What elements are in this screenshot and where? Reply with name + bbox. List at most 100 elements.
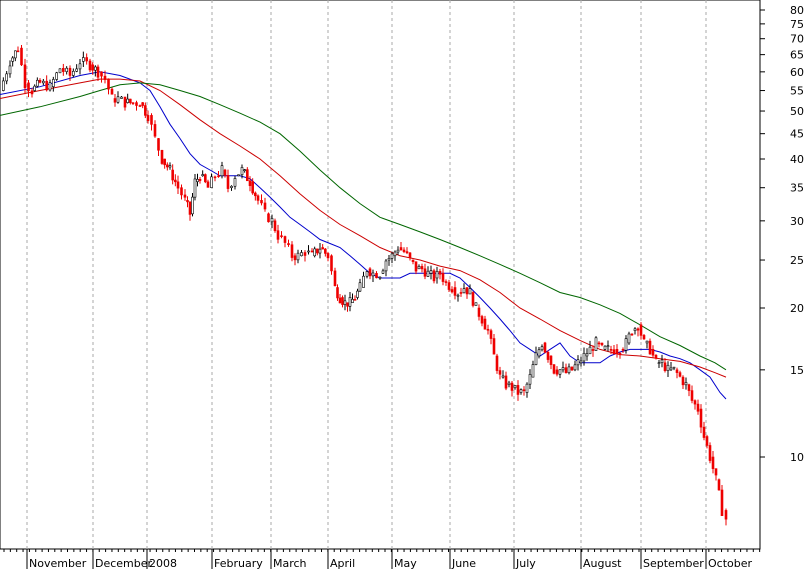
price-candle [333,270,337,287]
price-candle [462,288,466,294]
price-candle [591,349,595,351]
price-candle [233,178,237,187]
price-candle [2,80,5,91]
price-candle [358,282,362,292]
price-candle [110,88,114,95]
price-candle [336,287,339,299]
price-candle [657,362,661,364]
price-candle [543,342,547,353]
price-candle [267,213,270,223]
price-candle [157,138,160,151]
price-candle [94,66,97,71]
price-candle [371,272,375,277]
price-candle [621,349,625,351]
price-candle [705,436,709,446]
price-candle [160,149,164,164]
price-candle [549,355,553,365]
price-candle [447,282,451,290]
price-candle [687,384,691,391]
price-candle [75,68,78,72]
price-candle [283,236,287,243]
price-candle [58,68,62,74]
price-candle [55,72,58,80]
price-candle [615,349,619,354]
price-candle [387,258,391,261]
price-candle [696,403,700,412]
price-candle [206,181,210,188]
price-candle [588,346,592,355]
price-candle [237,174,240,177]
price-candle [648,340,652,355]
price-candle [477,307,481,317]
price-candle [188,201,192,215]
price-candle [248,180,252,186]
y-tick-label: 10 [790,451,804,464]
price-candle [230,185,233,189]
price-candle [378,276,382,279]
price-candle [453,287,457,296]
x-tick-label: August [583,557,622,569]
price-candle [307,250,310,253]
price-candle [126,98,129,103]
price-candle [123,96,127,108]
price-candle [579,360,583,364]
price-candle [585,353,589,357]
price-candle [375,273,378,279]
x-tick-label: February [214,557,263,569]
price-candle [365,271,369,277]
price-candle [507,382,511,385]
x-tick-label: July [515,557,536,569]
price-candle [666,364,670,371]
price-candle [498,370,502,375]
price-candle [38,79,42,83]
price-candle [135,102,138,106]
price-candle [600,342,604,346]
price-candle [217,175,220,178]
y-tick-label: 35 [790,182,804,195]
price-candle [30,90,34,95]
price-candle [254,192,257,197]
price-candle [711,456,715,469]
price-candle [171,169,174,181]
price-candle [663,362,667,371]
y-tick-label: 55 [790,85,804,98]
price-candle [14,50,17,59]
x-tick-label: May [394,557,417,569]
price-candle [399,247,403,251]
price-candle [180,187,183,196]
price-candle [690,390,694,401]
y-tick-label: 40 [790,153,804,166]
price-candle [85,57,88,62]
stock-chart: 8075 70 65 60 55 50 45 40 35 30 25 20 15 10 November D… [0,0,804,569]
price-candle [33,85,36,91]
price-candle [296,252,300,261]
price-candle [23,64,27,89]
price-candle [146,115,150,122]
price-candle [263,202,267,210]
price-candle [153,124,157,137]
price-candle [313,248,316,257]
price-candle [65,67,68,72]
price-candle [558,369,562,375]
price-candle [390,253,394,259]
x-tick-label: April [330,557,355,569]
price-candle [510,382,514,391]
y-tick-label: 50 [790,105,804,118]
price-candle [168,165,172,168]
price-candle [495,355,499,371]
price-candle [213,176,217,179]
price-candle [573,364,577,371]
price-candle [240,167,244,176]
price-candle [642,335,646,340]
price-candle [290,244,294,258]
price-candle [326,253,330,259]
price-candle [150,115,153,125]
price-candle [243,169,246,171]
y-tick-label: 80 [790,4,804,17]
price-candle [438,271,442,275]
x-tick-label: September [643,557,704,569]
price-candle [204,174,207,183]
price-candle [459,292,463,294]
price-candle [48,82,52,91]
price-candle [630,333,634,336]
